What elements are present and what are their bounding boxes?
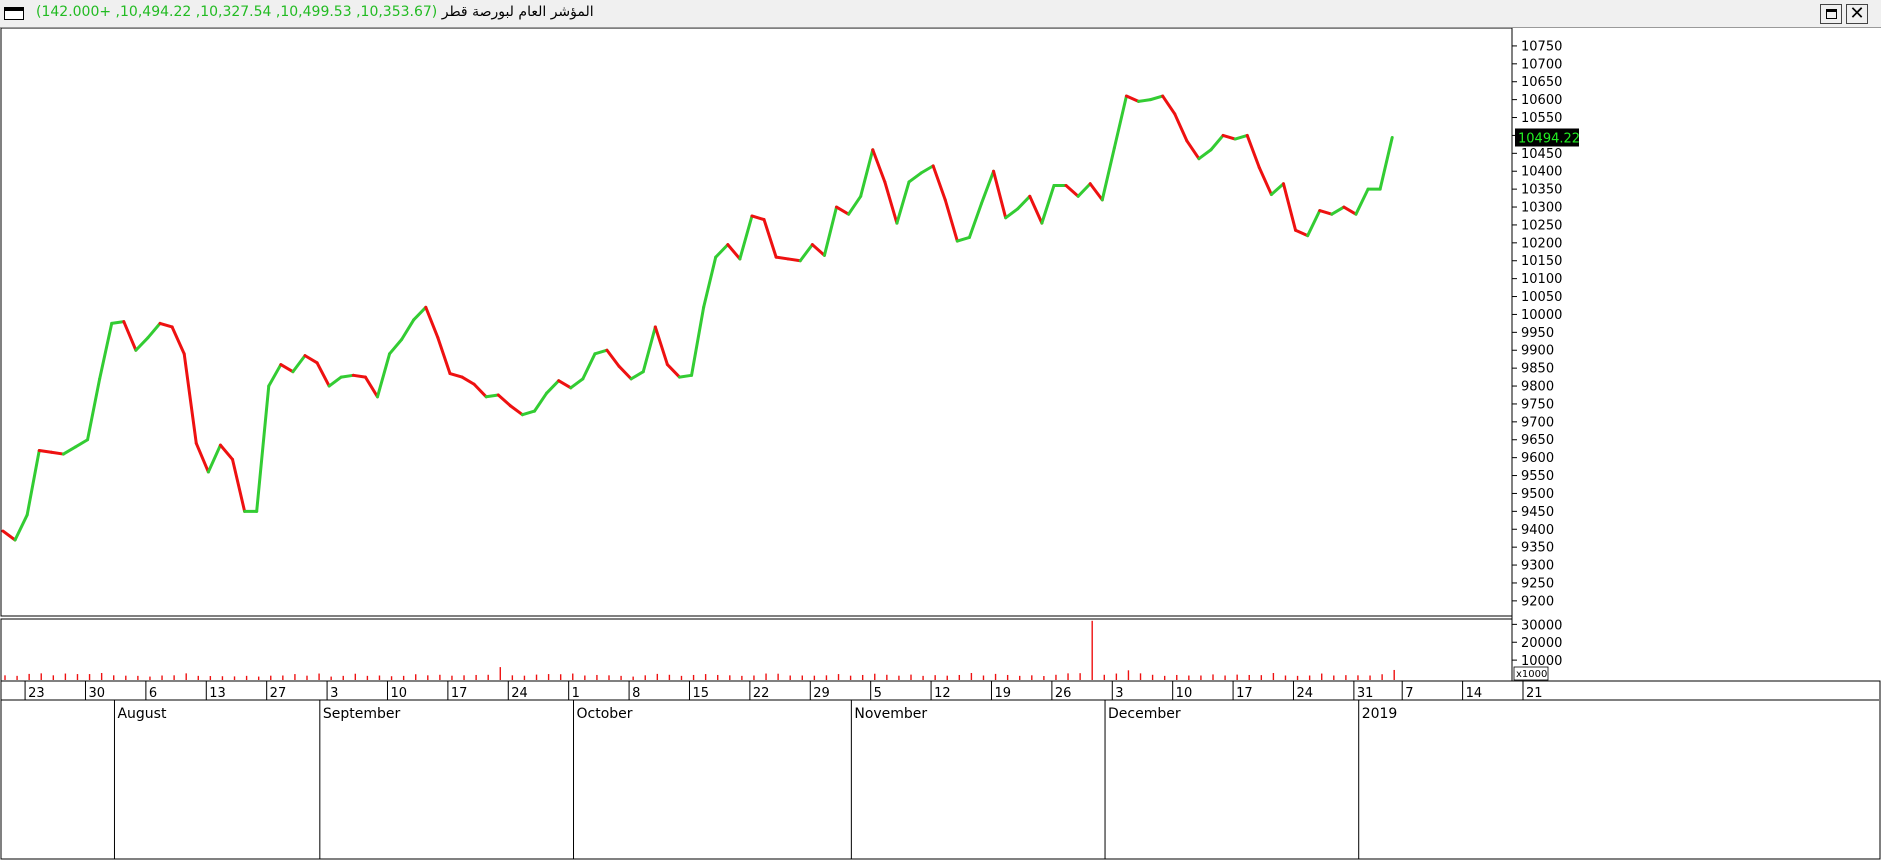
price-axis-label: 9200	[1521, 594, 1554, 609]
price-axis-label: 10750	[1521, 39, 1562, 54]
last-price-label: 10494.22	[1518, 131, 1580, 146]
price-segment-up	[484, 393, 500, 399]
price-axis-label: 9250	[1521, 576, 1554, 591]
day-label: 24	[1296, 686, 1313, 701]
day-label: 8	[632, 686, 640, 701]
price-axis-label: 10350	[1521, 183, 1562, 198]
price-axis-label: 10200	[1521, 236, 1562, 251]
price-axis-label: 9750	[1521, 397, 1554, 412]
price-axis-label: 10450	[1521, 147, 1562, 162]
index-name: المؤشر العام لبورصة قطر	[441, 4, 594, 20]
time-axis-frame	[0, 680, 1881, 860]
price-axis-label: 9600	[1521, 451, 1554, 466]
price-axis-label: 9450	[1521, 505, 1554, 520]
price-segment-down	[786, 257, 802, 263]
day-label: 17	[1236, 686, 1253, 701]
price-segment-up	[1137, 98, 1153, 103]
day-label: 10	[1176, 686, 1193, 701]
maximize-button[interactable]	[1820, 4, 1842, 24]
volume-axis-label: 20000	[1521, 636, 1562, 651]
price-axis-label: 10150	[1521, 254, 1562, 269]
price-axis-label: 10300	[1521, 201, 1562, 216]
volume-panel: 100002000030000x1000	[0, 618, 1562, 682]
price-axis-label: 9300	[1521, 559, 1554, 574]
volume-axis-label: 30000	[1521, 618, 1562, 633]
volume-unit-label: x1000	[1516, 669, 1547, 680]
volume-plot-frame	[0, 618, 1513, 682]
day-label: 19	[994, 686, 1011, 701]
price-axis-label: 9550	[1521, 469, 1554, 484]
day-label: 24	[511, 686, 528, 701]
day-label: 14	[1466, 686, 1483, 701]
price-segment-up	[677, 373, 694, 379]
day-label: 13	[209, 686, 226, 701]
price-segment-down	[37, 448, 53, 454]
price-axis-label: 10250	[1521, 218, 1562, 233]
day-label: 3	[330, 686, 338, 701]
price-axis-label: 9700	[1521, 415, 1554, 430]
price-axis-label: 9350	[1521, 541, 1554, 556]
maximize-icon	[1825, 9, 1837, 19]
price-axis-label: 10650	[1521, 75, 1562, 90]
price-axis-label: 10000	[1521, 308, 1562, 323]
price-segment-down	[351, 373, 367, 379]
day-label: 23	[28, 686, 45, 701]
day-label: 15	[692, 686, 709, 701]
day-label: 3	[1115, 686, 1123, 701]
day-label: 29	[813, 686, 830, 701]
price-axis-label: 10600	[1521, 93, 1562, 108]
price-axis-label: 9500	[1521, 487, 1554, 502]
month-label: September	[323, 706, 401, 722]
day-label: 17	[451, 686, 468, 701]
price-segment-up	[339, 373, 355, 379]
day-label: 30	[88, 686, 105, 701]
price-panel: 9200 9250 9300 9350 9400 9450 9500 9550 9600 9650…	[0, 28, 1580, 681]
day-label: 21	[1526, 686, 1543, 701]
price-segment-down	[49, 450, 65, 456]
price-axis-label: 9650	[1521, 433, 1554, 448]
ohlc-readout: (10,353.67, 10,499.53, 10,327.54, 10,494…	[36, 4, 438, 20]
day-label: 12	[934, 686, 951, 701]
price-axis-label: 9950	[1521, 326, 1554, 341]
close-icon: ✕	[1849, 3, 1865, 24]
month-label: August	[117, 706, 167, 722]
price-axis-label: 9400	[1521, 523, 1554, 538]
day-label: 22	[753, 686, 770, 701]
time-axis: 23 30 6 13 27 3 10 17 24 1 8 15 22 29 5 12 19 26 3 10 17 24 31…	[0, 680, 1881, 860]
day-label: 26	[1055, 686, 1072, 701]
day-label: 6	[149, 686, 157, 701]
chart-area: 9200 9250 9300 9350 9400 9450 9500 9550 9600 9650…	[0, 28, 1881, 860]
close-button[interactable]: ✕	[1846, 4, 1868, 24]
day-label: 27	[270, 686, 287, 701]
month-label: December	[1108, 706, 1181, 722]
price-axis-label: 10400	[1521, 165, 1562, 180]
day-label: 5	[874, 686, 882, 701]
window-icon[interactable]	[4, 7, 24, 20]
month-label: October	[577, 706, 633, 722]
price-axis-label: 10700	[1521, 57, 1562, 72]
price-plot-frame	[0, 28, 1513, 617]
price-segment-up	[110, 320, 126, 325]
month-label: 2019	[1362, 706, 1398, 722]
price-axis-label: 9850	[1521, 362, 1554, 377]
price-axis-label: 10050	[1521, 290, 1562, 305]
price-axis-label: 10100	[1521, 272, 1562, 287]
day-label: 1	[572, 686, 580, 701]
window-titlebar: المؤشر العام لبورصة قطر (10,353.67, 10,4…	[0, 0, 1881, 28]
day-label: 10	[390, 686, 407, 701]
window-title: المؤشر العام لبورصة قطر (10,353.67, 10,4…	[30, 4, 594, 20]
price-axis-label: 10550	[1521, 111, 1562, 126]
day-label: 7	[1405, 686, 1413, 701]
day-label: 31	[1357, 686, 1374, 701]
price-axis-label: 9800	[1521, 380, 1554, 395]
price-axis-label: 9900	[1521, 344, 1554, 359]
price-segment-down	[774, 255, 790, 261]
month-label: November	[854, 706, 927, 722]
